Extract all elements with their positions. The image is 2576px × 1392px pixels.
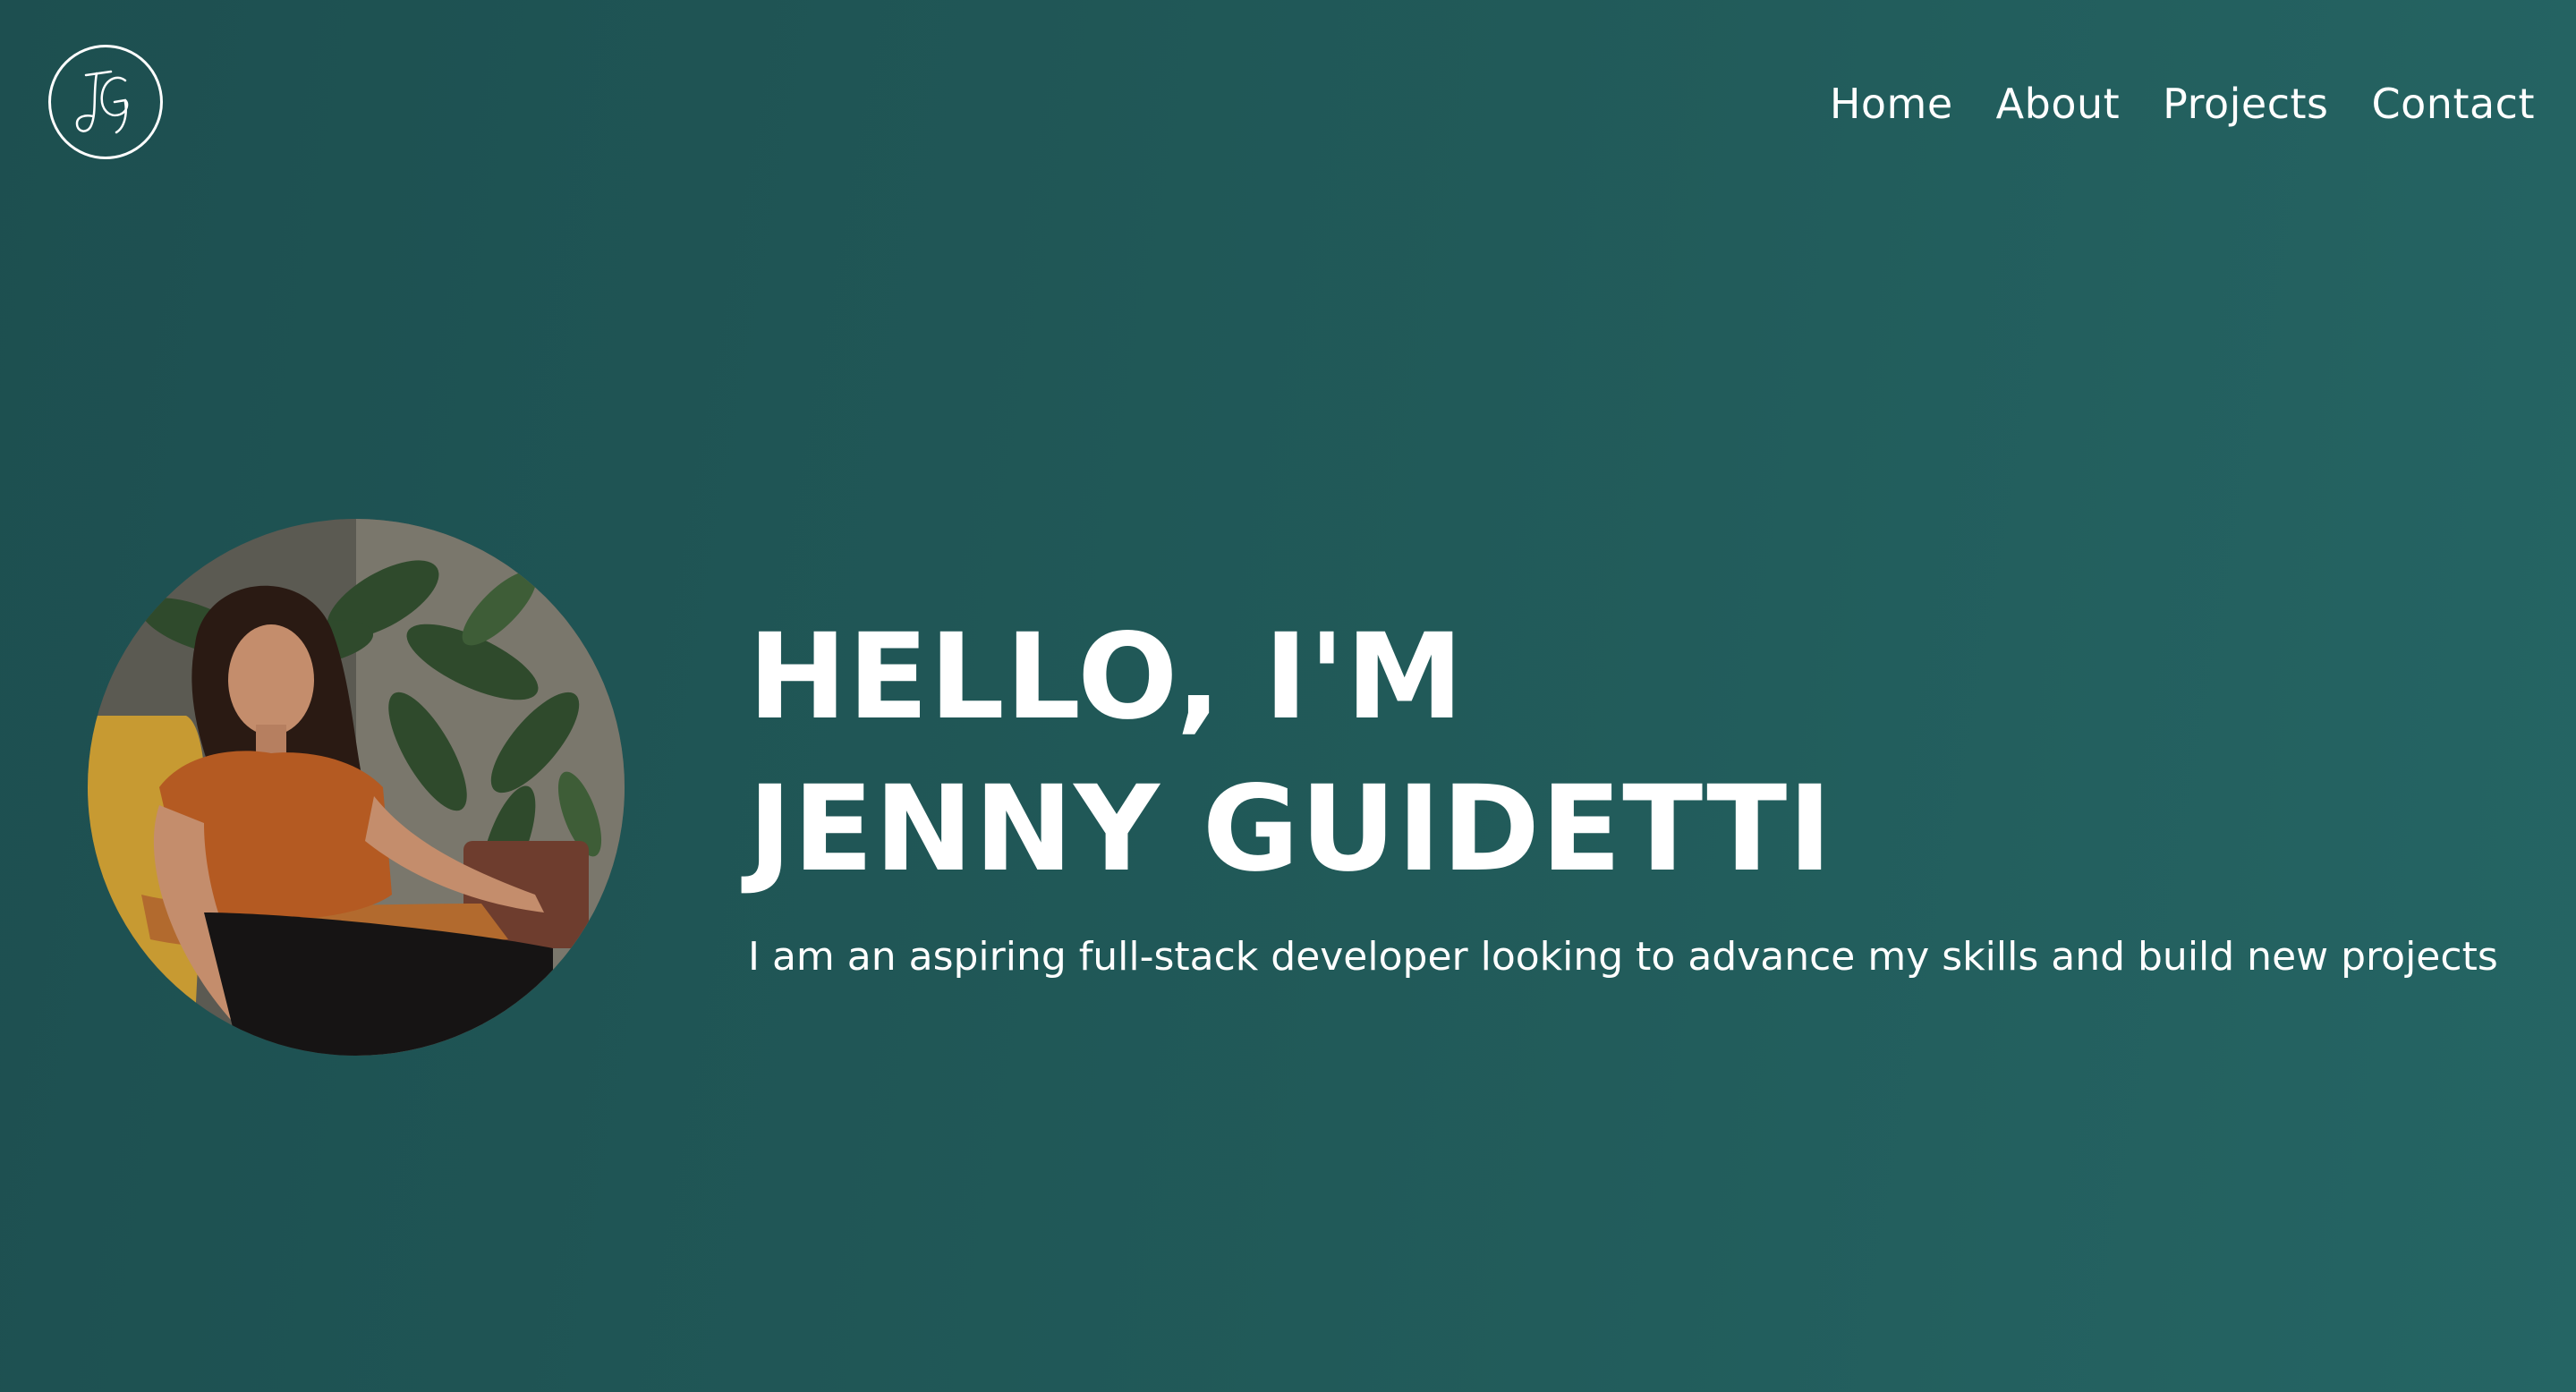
hero-heading-line2: JENNY GUIDETTI (748, 760, 1833, 898)
hero-subtitle: I am an aspiring full-stack developer lo… (748, 934, 2498, 980)
jg-monogram-icon (75, 70, 129, 134)
hero-intro: HELLO, I'M JENNY GUIDETTI I am an aspiri… (748, 601, 2520, 984)
hero-heading: HELLO, I'M JENNY GUIDETTI (748, 601, 2520, 905)
profile-photo-illustration (88, 519, 625, 1056)
site-logo[interactable] (48, 45, 163, 159)
profile-photo (88, 519, 625, 1056)
nav-about-link[interactable]: About (1996, 75, 2121, 132)
nav-home-link[interactable]: Home (1830, 75, 1953, 132)
nav-contact-link[interactable]: Contact (2372, 75, 2535, 132)
hero-heading-line1: HELLO, I'M (748, 608, 1465, 746)
nav-projects-link[interactable]: Projects (2163, 75, 2328, 132)
main-nav: Home About Projects Contact (1830, 75, 2535, 132)
